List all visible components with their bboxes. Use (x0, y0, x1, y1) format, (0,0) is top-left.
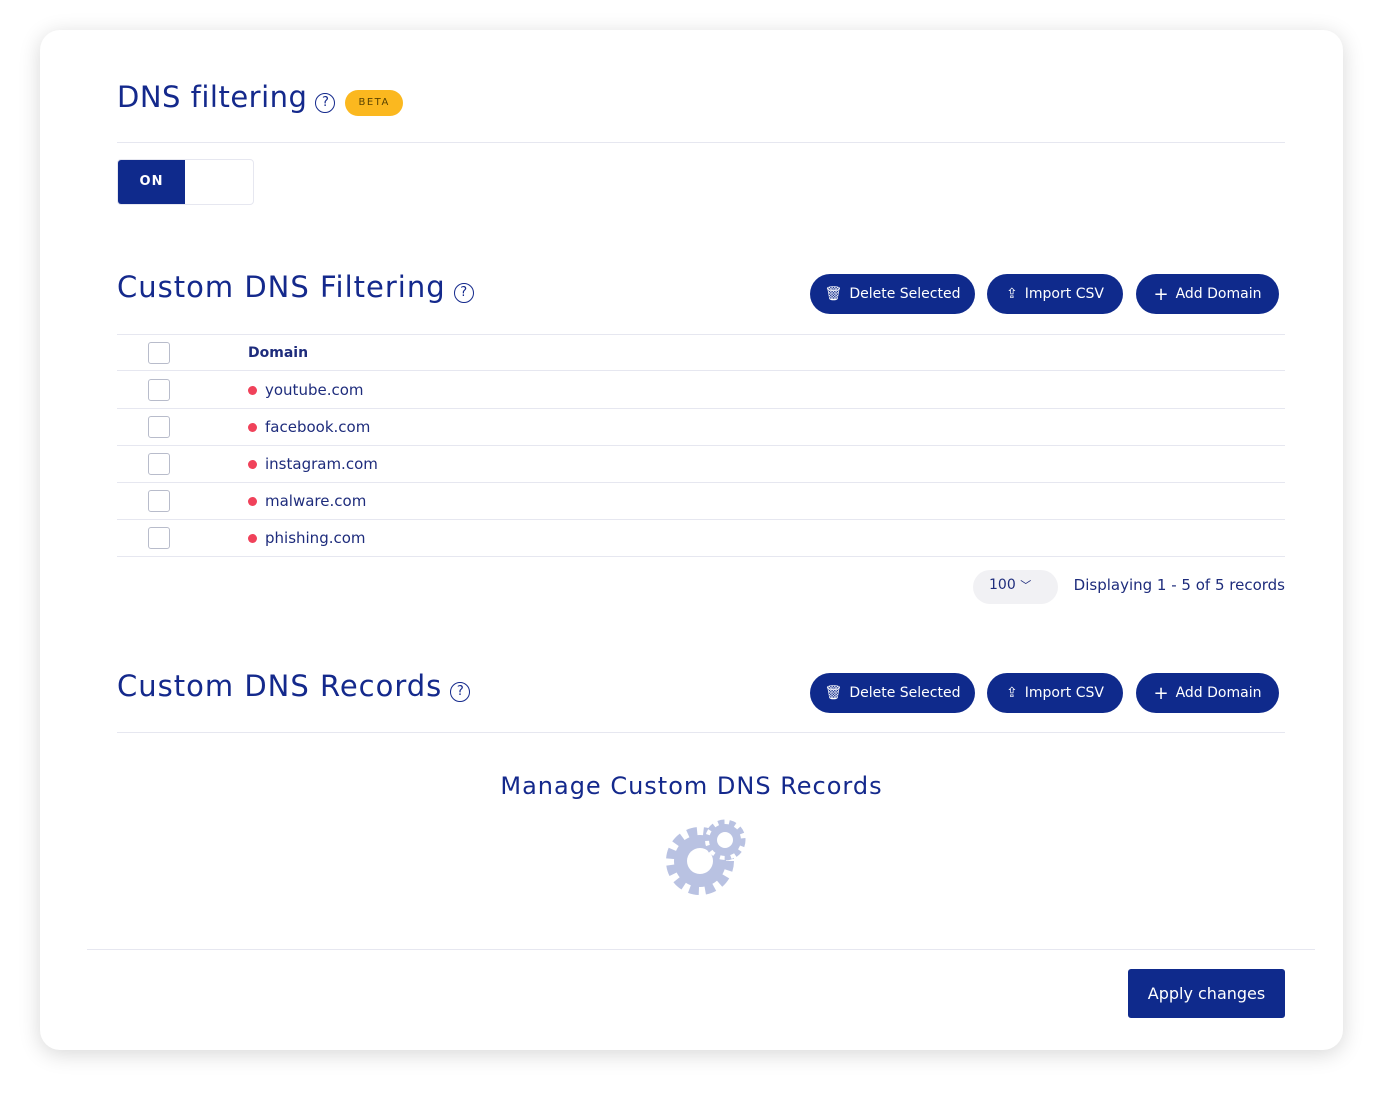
records-placeholder: Manage Custom DNS Records (40, 772, 1343, 800)
records-summary: Displaying 1 - 5 of 5 records (1074, 576, 1285, 594)
plus-icon: + (1154, 284, 1169, 305)
table-row: malware.com (117, 483, 1285, 520)
delete-selected-button[interactable]: 🗑 Delete Selected (810, 673, 975, 713)
domain-name: malware.com (265, 492, 366, 510)
import-csv-button[interactable]: ⇪ Import CSV (987, 673, 1123, 713)
row-checkbox[interactable] (148, 527, 170, 549)
settings-card: DNS filtering? BETA ON Custom DNS Filteri… (40, 30, 1343, 1050)
row-checkbox[interactable] (148, 416, 170, 438)
divider (117, 732, 1285, 733)
page-title: DNS filtering (117, 80, 307, 114)
row-checkbox[interactable] (148, 379, 170, 401)
help-icon[interactable]: ? (454, 283, 474, 303)
button-label: Delete Selected (849, 286, 960, 302)
table-row: phishing.com (117, 520, 1285, 557)
button-label: Add Domain (1176, 286, 1262, 302)
domain-cell: youtube.com (248, 381, 364, 399)
table-row: facebook.com (117, 409, 1285, 446)
gear-icon (662, 815, 752, 899)
row-checkbox[interactable] (148, 453, 170, 475)
table-header: Domain (117, 335, 1285, 371)
trash-icon: 🗑 (825, 286, 843, 302)
chevron-down-icon: ﹀ (1020, 579, 1031, 592)
help-icon[interactable]: ? (315, 93, 335, 113)
status-dot-icon (248, 497, 257, 506)
help-icon[interactable]: ? (450, 682, 470, 702)
import-csv-button[interactable]: ⇪ Import CSV (987, 274, 1123, 314)
column-domain: Domain (248, 345, 308, 361)
status-dot-icon (248, 460, 257, 469)
button-label: Import CSV (1025, 685, 1104, 701)
beta-badge: BETA (345, 90, 402, 116)
button-label: Delete Selected (849, 685, 960, 701)
domain-name: facebook.com (265, 418, 370, 436)
page-header: DNS filtering? BETA (117, 80, 403, 116)
domain-cell: phishing.com (248, 529, 366, 547)
table-row: instagram.com (117, 446, 1285, 483)
status-dot-icon (248, 534, 257, 543)
status-dot-icon (248, 386, 257, 395)
status-dot-icon (248, 423, 257, 432)
button-label: Import CSV (1025, 286, 1104, 302)
records-header: Custom DNS Records? (117, 669, 470, 703)
table-row: youtube.com (117, 372, 1285, 409)
page-size-value: 100 (989, 577, 1016, 593)
filtering-header: Custom DNS Filtering? (117, 270, 474, 304)
add-domain-button[interactable]: + Add Domain (1136, 274, 1279, 314)
domain-name: youtube.com (265, 381, 364, 399)
dns-filtering-toggle[interactable]: ON (117, 159, 254, 205)
upload-icon: ⇪ (1006, 685, 1018, 701)
domain-name: phishing.com (265, 529, 366, 547)
delete-selected-button[interactable]: 🗑 Delete Selected (810, 274, 975, 314)
divider (117, 142, 1285, 143)
select-all-checkbox[interactable] (148, 342, 170, 364)
footer-divider (87, 949, 1315, 950)
section-title: Custom DNS Filtering (117, 270, 446, 304)
domain-cell: instagram.com (248, 455, 378, 473)
apply-changes-button[interactable]: Apply changes (1128, 969, 1285, 1018)
plus-icon: + (1154, 683, 1169, 704)
trash-icon: 🗑 (825, 685, 843, 701)
section-title: Custom DNS Records (117, 669, 442, 703)
button-label: Add Domain (1176, 685, 1262, 701)
domain-name: instagram.com (265, 455, 378, 473)
domain-cell: malware.com (248, 492, 366, 510)
page-size-select[interactable]: 100 ﹀ (973, 570, 1058, 604)
add-domain-button[interactable]: + Add Domain (1136, 673, 1279, 713)
domain-cell: facebook.com (248, 418, 370, 436)
upload-icon: ⇪ (1006, 286, 1018, 302)
row-checkbox[interactable] (148, 490, 170, 512)
toggle-on-label: ON (118, 160, 185, 204)
